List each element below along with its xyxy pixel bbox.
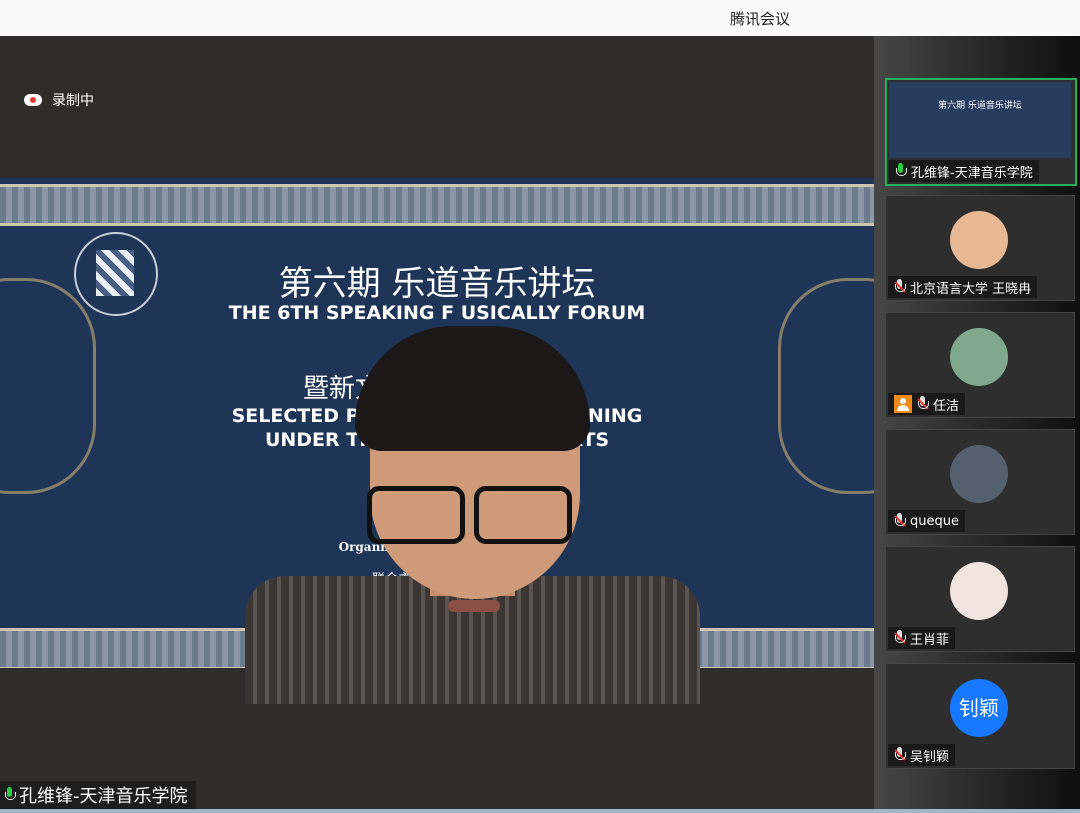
participant-name: 北京语言大学 王晓冉 bbox=[910, 281, 1032, 297]
participant-label: 任洁 bbox=[888, 393, 966, 415]
mic-muted-icon bbox=[894, 513, 906, 529]
participant-avatar bbox=[950, 445, 1008, 503]
recording-label: 录制中 bbox=[52, 93, 94, 109]
participant-name: 王肖菲 bbox=[910, 632, 950, 648]
participant-avatar bbox=[950, 328, 1008, 386]
participant-avatar bbox=[950, 562, 1008, 620]
participant-tile[interactable]: queque bbox=[885, 429, 1075, 535]
participant-label: 孔维锋-天津音乐学院 bbox=[889, 160, 1039, 182]
participant-tile[interactable]: 王肖菲 bbox=[885, 546, 1075, 652]
participant-sidebar[interactable]: 第六期 乐道音乐讲坛 孔维锋-天津音乐学院 北京语言大学 王晓冉 任洁 queq… bbox=[874, 36, 1080, 811]
mic-muted-icon bbox=[894, 630, 906, 646]
participant-label: 北京语言大学 王晓冉 bbox=[888, 276, 1038, 298]
mic-on-icon bbox=[4, 787, 16, 803]
mic-muted-icon bbox=[917, 396, 929, 412]
participant-avatar: 钊颖 bbox=[950, 679, 1008, 737]
recording-cloud-icon bbox=[24, 94, 42, 106]
mic-muted-icon bbox=[894, 279, 906, 295]
person-icon bbox=[894, 395, 912, 413]
mic-on-icon bbox=[895, 163, 907, 179]
participant-label: 吴钊颖 bbox=[888, 744, 956, 766]
mic-muted-icon bbox=[894, 747, 906, 763]
bottom-edge bbox=[0, 809, 1080, 813]
speaker-video-feed bbox=[245, 326, 700, 704]
slide-title-en: THE 6TH SPEAKING F USICALLY FORUM bbox=[228, 302, 646, 324]
recording-indicator: 录制中 bbox=[24, 90, 94, 110]
active-speaker-label: 孔维锋-天津音乐学院 bbox=[0, 781, 196, 809]
participant-name: 任洁 bbox=[933, 398, 960, 414]
participant-video-thumbnail: 第六期 乐道音乐讲坛 bbox=[889, 82, 1071, 158]
participant-label: 王肖菲 bbox=[888, 627, 956, 649]
participant-tile[interactable]: 钊颖 吴钊颖 bbox=[885, 663, 1075, 769]
participant-avatar bbox=[950, 211, 1008, 269]
participant-name: 吴钊颖 bbox=[910, 749, 950, 765]
slide-top-border bbox=[0, 184, 874, 226]
participant-tile[interactable]: 北京语言大学 王晓冉 bbox=[885, 195, 1075, 301]
main-video-area[interactable]: 录制中 第六期 乐道音乐讲坛 THE 6TH SPEAKING F USICAL… bbox=[0, 36, 874, 811]
participant-label: queque bbox=[888, 510, 965, 532]
participant-name: 孔维锋-天津音乐学院 bbox=[911, 165, 1033, 181]
glasses bbox=[367, 486, 572, 544]
active-speaker-name: 孔维锋-天津音乐学院 bbox=[19, 786, 188, 807]
title-bar: 腾讯会议 bbox=[0, 0, 1080, 37]
window-title: 腾讯会议 bbox=[730, 10, 791, 28]
participant-tile[interactable]: 第六期 乐道音乐讲坛 孔维锋-天津音乐学院 bbox=[885, 78, 1077, 186]
slide-title-cn: 第六期 乐道音乐讲坛 bbox=[278, 264, 596, 304]
participant-name: queque bbox=[910, 513, 959, 529]
participant-tile[interactable]: 任洁 bbox=[885, 312, 1075, 418]
